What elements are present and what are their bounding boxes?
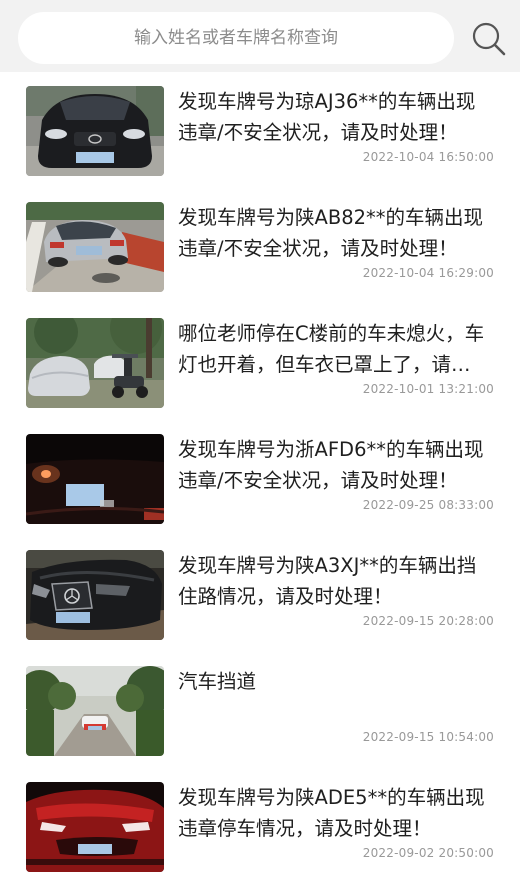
list-item[interactable]: 发现车牌号为陕ADE5**的车辆出现 违章停车情况，请及时处理！ 2022-09…: [0, 768, 520, 884]
item-title: 汽车挡道: [178, 670, 257, 693]
list-item[interactable]: 汽车挡道 2022-09-15 10:54:00: [0, 652, 520, 768]
thumbnail-image: [26, 666, 164, 756]
thumbnail-image: [26, 202, 164, 292]
list-item[interactable]: 发现车牌号为陕AB82**的车辆出现违章/不安全状况，请及时处理！ 2022-1…: [0, 188, 520, 304]
search-input[interactable]: [18, 12, 454, 64]
list-item[interactable]: 发现车牌号为琼AJ36**的车辆出现违章/不安全状况，请及时处理！ 2022-1…: [0, 72, 520, 188]
thumbnail-image: [26, 318, 164, 408]
list-item[interactable]: 发现车牌号为陕A3XJ**的车辆出挡住路情况，请及时处理！ 2022-09-15…: [0, 536, 520, 652]
item-timestamp: 2022-10-01 13:21:00: [362, 382, 494, 396]
list-item[interactable]: 哪位老师停在C楼前的车未熄火，车灯也开着，但车衣已罩上了，请车主尽快处理。 20…: [0, 304, 520, 420]
search-bar: [0, 0, 520, 72]
search-button[interactable]: [470, 20, 508, 58]
list-item[interactable]: 发现车牌号为浙AFD6**的车辆出现违章/不安全状况，请及时处理！ 2022-0…: [0, 420, 520, 536]
item-title: 发现车牌号为陕A3XJ**的车辆出挡住路情况，请及时处理！: [178, 554, 477, 608]
thumbnail-image: [26, 782, 164, 872]
item-timestamp: 2022-09-15 20:28:00: [362, 614, 494, 628]
thumbnail-image: [26, 86, 164, 176]
item-title: 发现车牌号为陕AB82**的车辆出现违章/不安全状况，请及时处理！: [178, 206, 484, 260]
item-timestamp: 2022-10-04 16:50:00: [362, 150, 494, 164]
item-title: 发现车牌号为琼AJ36**的车辆出现违章/不安全状况，请及时处理！: [178, 90, 476, 144]
item-timestamp: 2022-09-25 08:33:00: [362, 498, 494, 512]
notice-list: 发现车牌号为琼AJ36**的车辆出现违章/不安全状况，请及时处理！ 2022-1…: [0, 72, 520, 884]
item-timestamp: 2022-10-04 16:29:00: [362, 266, 494, 280]
item-title: 哪位老师停在C楼前的车未熄火，车灯也开着，但车衣已罩上了，请车主尽快处理。: [178, 322, 490, 376]
thumbnail-image: [26, 434, 164, 524]
search-icon: [472, 22, 506, 56]
item-title: 发现车牌号为浙AFD6**的车辆出现违章/不安全状况，请及时处理！: [178, 438, 484, 492]
thumbnail-image: [26, 550, 164, 640]
item-timestamp: 2022-09-02 20:50:00: [362, 846, 494, 860]
item-timestamp: 2022-09-15 10:54:00: [362, 730, 494, 744]
item-title: 发现车牌号为陕ADE5**的车辆出现 违章停车情况，请及时处理！: [178, 786, 485, 840]
